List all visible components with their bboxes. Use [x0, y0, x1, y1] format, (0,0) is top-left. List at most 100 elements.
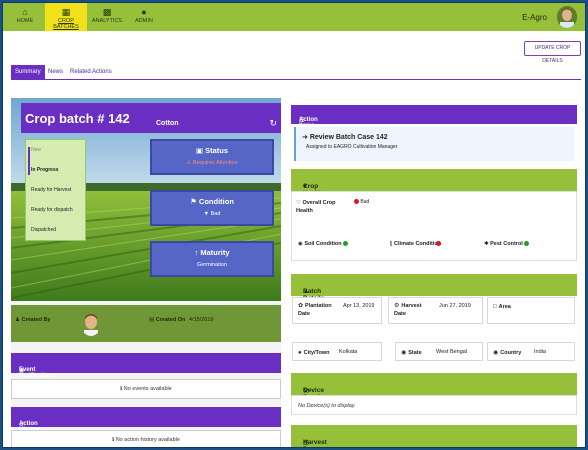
- app-frame: ⌂ HOME ▦ CROP BATCHES ▩ ANALYTICS ● ADMI…: [2, 2, 586, 448]
- maturity-title: Maturity: [200, 248, 230, 257]
- status-card: ▣ Status ⚠ Requires Attention: [150, 139, 274, 175]
- pest-control-label: ✱ Pest Control: [484, 240, 530, 248]
- flag-icon: ⚑: [190, 197, 199, 206]
- bar-chart-icon: ▩: [102, 7, 112, 17]
- device-details-body: No Device(s) to display.: [291, 395, 577, 415]
- batch-details-header: ▲ Batch Details: [291, 274, 577, 302]
- brand-name: E-Agro: [522, 13, 547, 22]
- grid-icon: ▦: [61, 7, 71, 17]
- overall-crop-health-label: ♡ Overall Crop Health: [296, 200, 336, 214]
- soil-condition-label: ◉ Soil Condition: [298, 240, 349, 248]
- plantation-date-box: ✿ Plantation Date Apr 13, 2019: [292, 297, 382, 324]
- state-label: ◉ State: [401, 350, 422, 356]
- green-status-dot: [343, 241, 349, 247]
- tab-related-actions[interactable]: Related Actions: [70, 65, 112, 79]
- user-icon: ●: [141, 7, 147, 17]
- action-items-header: ☰ Action Items: [291, 105, 577, 129]
- cart-icon: ⚙: [394, 303, 400, 309]
- stage-in-progress: In Progress: [31, 167, 59, 173]
- nav-crop-batches-label: CROP BATCHES: [53, 18, 79, 30]
- top-nav: ⌂ HOME ▦ CROP BATCHES ▩ ANALYTICS ● ADMI…: [3, 3, 585, 31]
- nav-home[interactable]: ⌂ HOME: [9, 3, 41, 31]
- device-details-header: ⚒ Device Details: [291, 373, 577, 401]
- red-status-dot: [436, 241, 441, 246]
- event-notifications-header: ◉ Event Notifications: [11, 353, 281, 379]
- batch-hero: Crop batch # 142 Cotton ↻ New In Progres…: [11, 98, 281, 301]
- no-action-history-text: No action history available: [115, 437, 180, 443]
- city-value: Kolkata: [339, 349, 358, 355]
- tab-news[interactable]: News: [48, 65, 63, 79]
- action-item-assignee: Assigned to EAGRO Cultivation Manager: [306, 144, 398, 150]
- action-item[interactable]: ➜ Review Batch Case 142 Assigned to EAGR…: [294, 127, 574, 161]
- event-notifications-title: Event Notifications: [19, 367, 56, 379]
- no-events-text: No events available: [123, 386, 172, 392]
- country-label: ◉ Country: [493, 350, 522, 356]
- country-box: ◉ Country India: [487, 342, 575, 361]
- state-box: ◉ State West Bengal: [395, 342, 483, 361]
- area-box: □ Area: [487, 297, 575, 324]
- pin-icon: ◉: [401, 350, 407, 356]
- harvest-date-value: Jun 27, 2019: [439, 303, 471, 309]
- home-icon: ⌂: [22, 7, 28, 17]
- tab-underline: [11, 79, 581, 80]
- nav-admin[interactable]: ● ADMIN: [129, 3, 159, 31]
- sprout-icon: ✿: [298, 303, 304, 309]
- refresh-icon[interactable]: ↻: [269, 118, 277, 129]
- pin-icon: ➜: [302, 134, 310, 141]
- event-notifications-body: ℹ No events available: [11, 379, 281, 399]
- country-value: India: [534, 349, 546, 355]
- crop-name: Cotton: [156, 120, 179, 127]
- briefcase-icon: ▣: [195, 146, 206, 155]
- update-crop-details-button[interactable]: UPDATE CROP DETAILS: [524, 41, 581, 64]
- status-title: Status: [205, 146, 229, 155]
- batch-header: Crop batch # 142 Cotton ↻: [21, 103, 281, 133]
- crop-health-body: ♡ Overall Crop Health Bad ◉ Soil Conditi…: [291, 191, 577, 261]
- plantation-date-label: ✿ Plantation Date: [298, 303, 332, 317]
- no-devices-text: No Device(s) to display.: [298, 403, 356, 409]
- creator-avatar: [81, 312, 101, 336]
- green-status-dot: [524, 241, 530, 247]
- stage-ready-for-dispatch: Ready for dispatch: [31, 207, 73, 213]
- maturity-card: ↑ Maturity Germination: [150, 241, 274, 277]
- left-panel: Crop batch # 142 Cotton ↻ New In Progres…: [11, 98, 281, 447]
- nav-admin-label: ADMIN: [135, 18, 153, 24]
- globe-icon: ◉: [493, 350, 499, 356]
- crop-health-header: ♥ Crop Health Status: [291, 169, 577, 204]
- state-value: West Bengal: [436, 349, 468, 355]
- plantation-date-value: Apr 13, 2019: [343, 303, 375, 309]
- overall-crop-health-value: Bad: [354, 199, 369, 205]
- harvest-date-box: ⚙ Harvest Date Jun 27, 2019: [388, 297, 483, 324]
- area-label: □ Area: [493, 304, 511, 310]
- nav-home-label: HOME: [16, 18, 34, 24]
- stage-progress-line: [28, 147, 30, 175]
- nav-crop-batches[interactable]: ▦ CROP BATCHES: [45, 3, 87, 31]
- nav-analytics[interactable]: ▩ ANALYTICS: [91, 3, 123, 31]
- batch-title: Crop batch # 142: [25, 111, 130, 126]
- condition-title: Condition: [198, 197, 234, 206]
- right-panel: ☰ Action Items ➜ Review Batch Case 142 A…: [291, 105, 577, 447]
- created-info-bar: ♟ Created By ▤ Created On 4/15/2019: [11, 305, 281, 342]
- calendar-icon: ▤: [149, 317, 156, 323]
- action-item-title: Review Batch Case 142: [309, 134, 388, 141]
- action-history-body: ℹ No action history available: [11, 430, 281, 447]
- stage-new: New: [31, 147, 42, 153]
- condition-value: Bad: [210, 211, 221, 217]
- stage-dispatched: Dispatched: [31, 227, 57, 233]
- created-on-value: 4/15/2019: [189, 317, 214, 323]
- area-icon: □: [493, 304, 497, 310]
- nav-analytics-label: ANALYTICS: [91, 18, 123, 24]
- user-avatar[interactable]: [557, 6, 577, 28]
- city-label: ● City/Town: [298, 350, 330, 356]
- thumbs-down-icon: ▼: [203, 211, 211, 217]
- harvest-date-label: ⚙ Harvest Date: [394, 303, 422, 317]
- stage-list: New In Progress Ready for Harvest Ready …: [25, 139, 86, 241]
- leaf-icon: ●: [298, 350, 302, 356]
- maturity-value: Germination: [197, 262, 227, 268]
- harvest-parameters-title: Harvest Parameters: [303, 439, 338, 447]
- harvest-parameters-header: ☰ Harvest Parameters: [291, 425, 577, 447]
- condition-card: ⚑ Condition ▼ Bad: [150, 190, 274, 226]
- created-on-label: Created On: [155, 317, 186, 323]
- tab-summary[interactable]: Summary: [11, 65, 45, 79]
- created-by-label: Created By: [21, 317, 51, 323]
- status-value: Requires Attention: [192, 160, 238, 166]
